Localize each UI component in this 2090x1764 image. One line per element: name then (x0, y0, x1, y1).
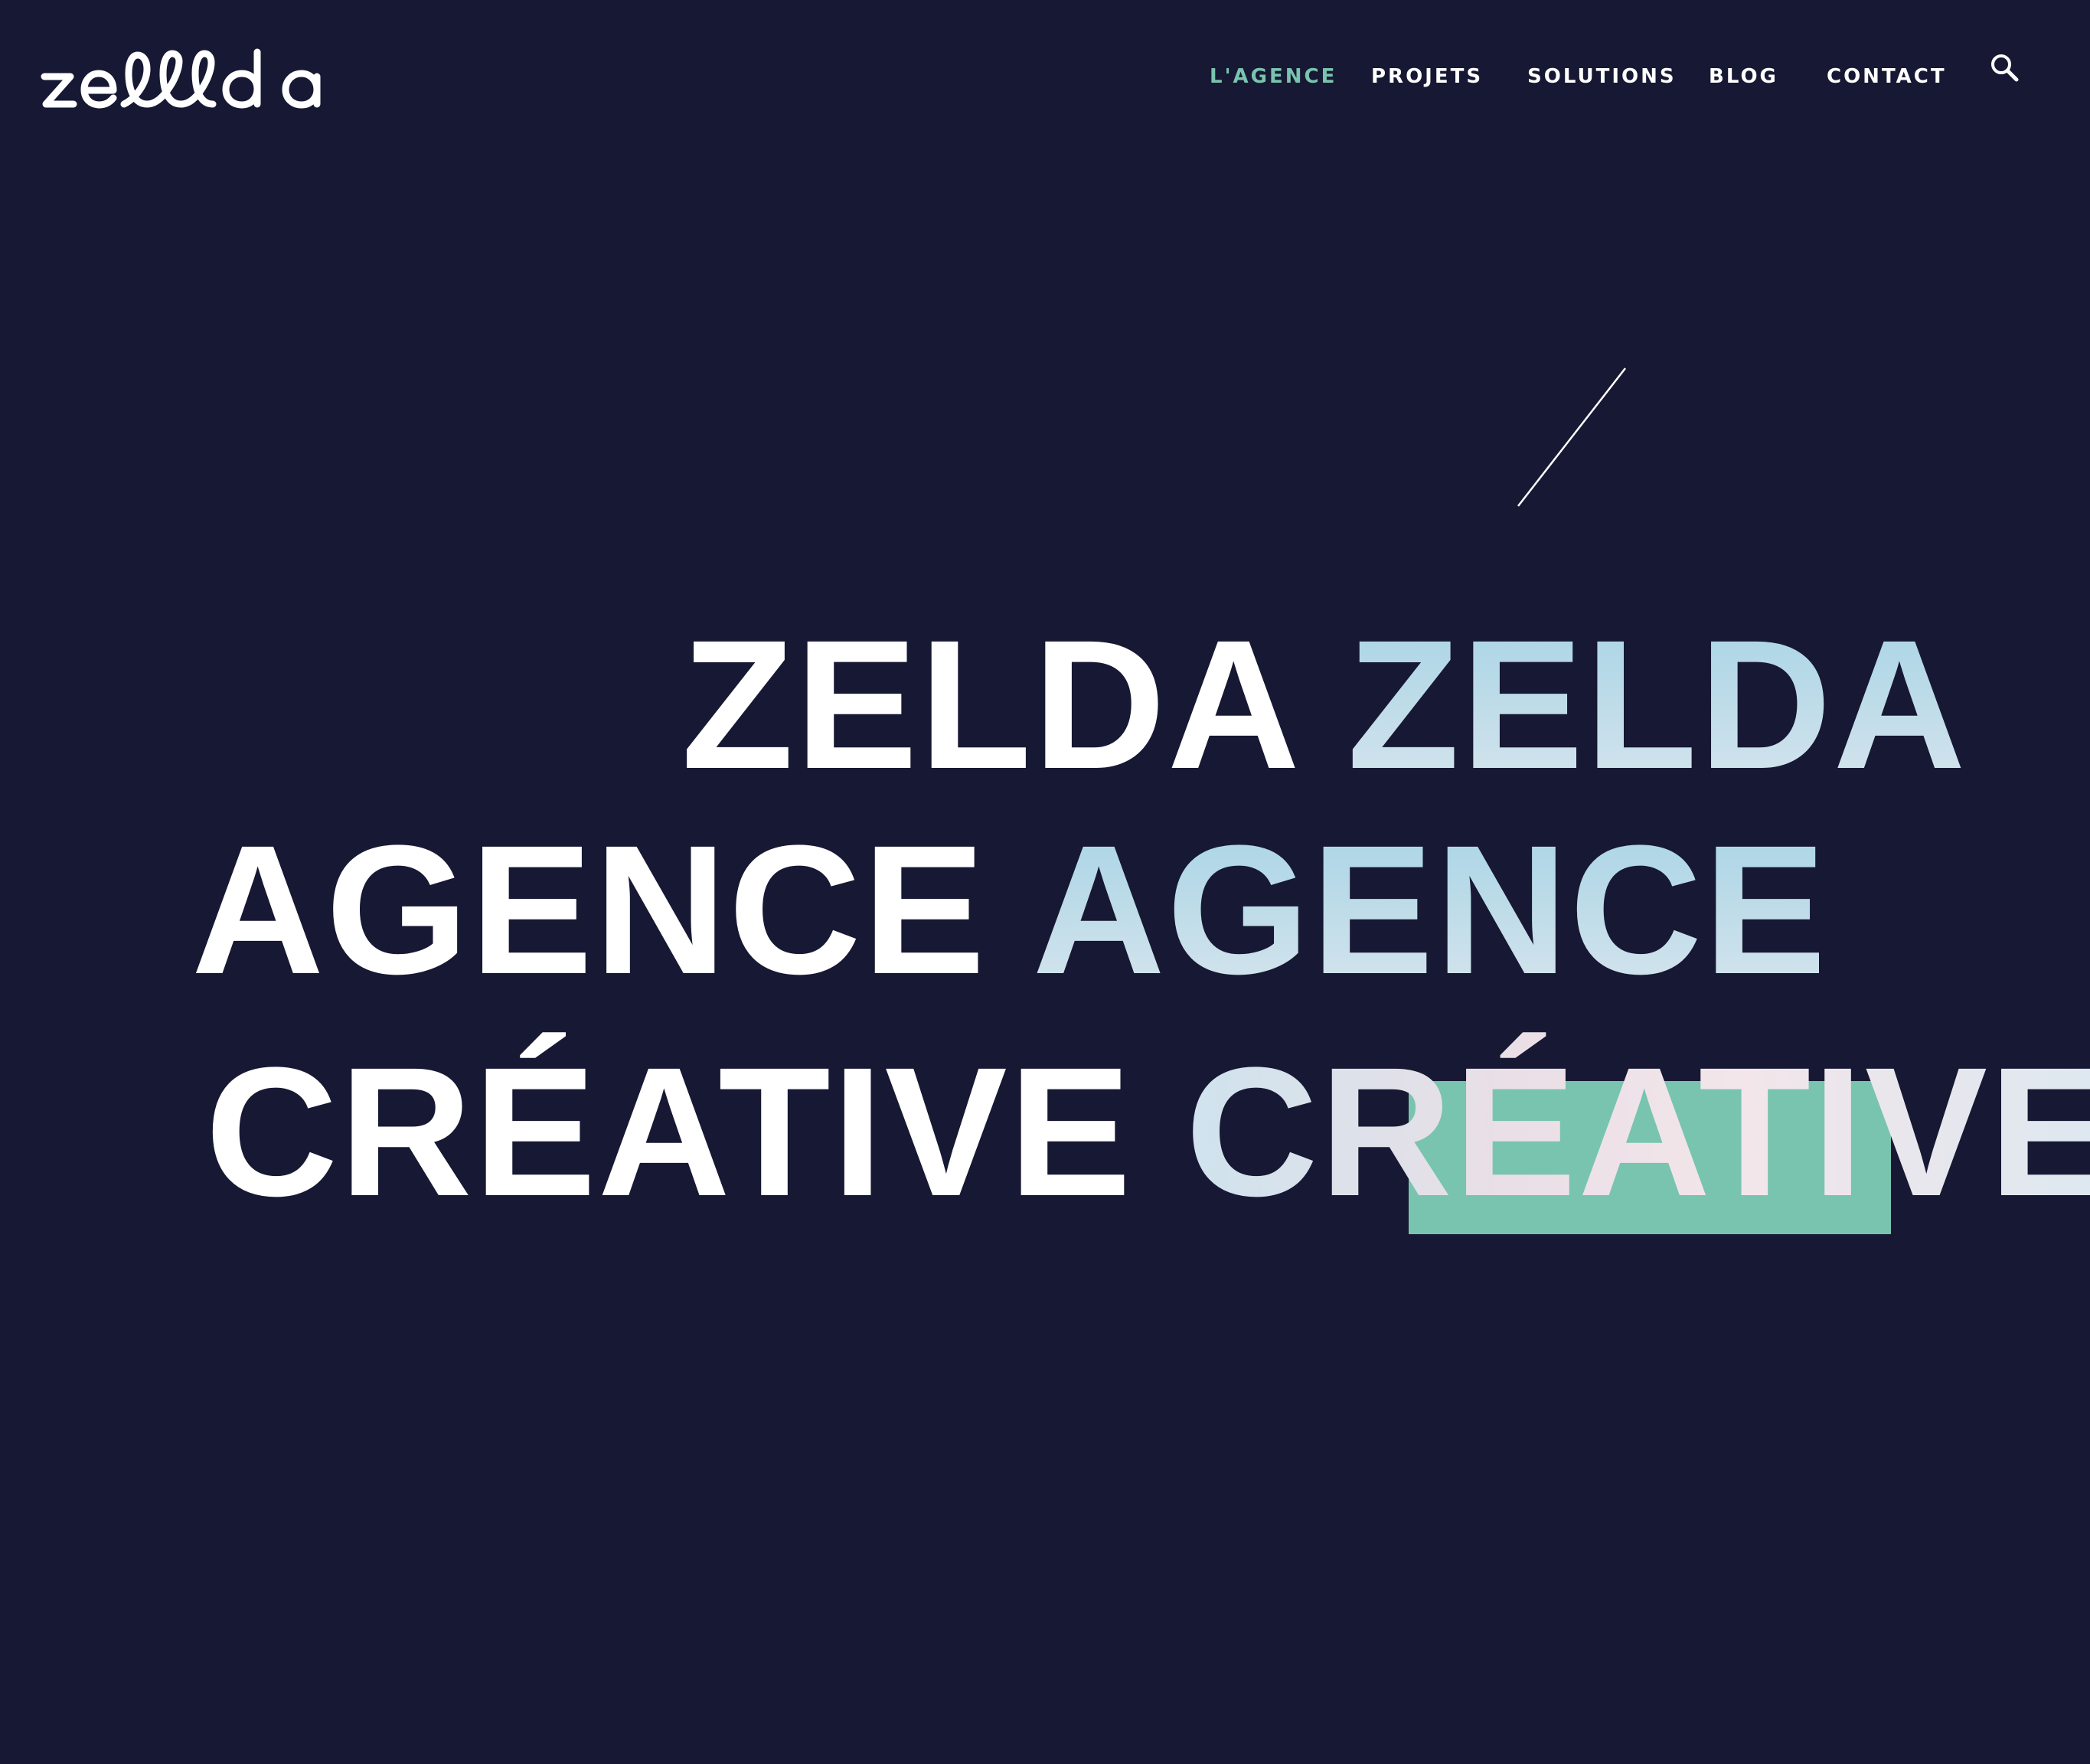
nav-item-solutions[interactable]: SOLUTIONS (1527, 58, 1677, 95)
hero-word-solid: CRÉATIVE (205, 1029, 1133, 1234)
hero-word-solid: AGENCE (191, 807, 987, 1012)
search-icon (1991, 54, 2019, 82)
nav-item-agence[interactable]: L'AGENCE (1210, 58, 1337, 95)
decorative-line (1516, 366, 1628, 508)
hero-line-2: AGENCE AGENCE (191, 818, 1827, 1001)
nav-item-projets[interactable]: PROJETS (1371, 58, 1483, 95)
hero-line-3: CRÉATIVE CRÉATIVE (205, 1040, 2090, 1223)
search-button[interactable] (1987, 51, 2023, 86)
hero-line-1: ZELDA ZELDA (681, 612, 1968, 796)
nav-item-contact[interactable]: CONTACT (1827, 58, 1947, 95)
main-nav: L'AGENCE PROJETS SOLUTIONS BLOG CONTACT (0, 58, 2090, 95)
hero-word-gradient: CRÉATIVE (1185, 1029, 2090, 1234)
nav-item-blog[interactable]: BLOG (1709, 58, 1778, 95)
hero-word-gradient: AGENCE (1032, 807, 1828, 1012)
hero-word-gradient: ZELDA (1347, 602, 1968, 807)
hero-word-solid: ZELDA (681, 602, 1295, 807)
